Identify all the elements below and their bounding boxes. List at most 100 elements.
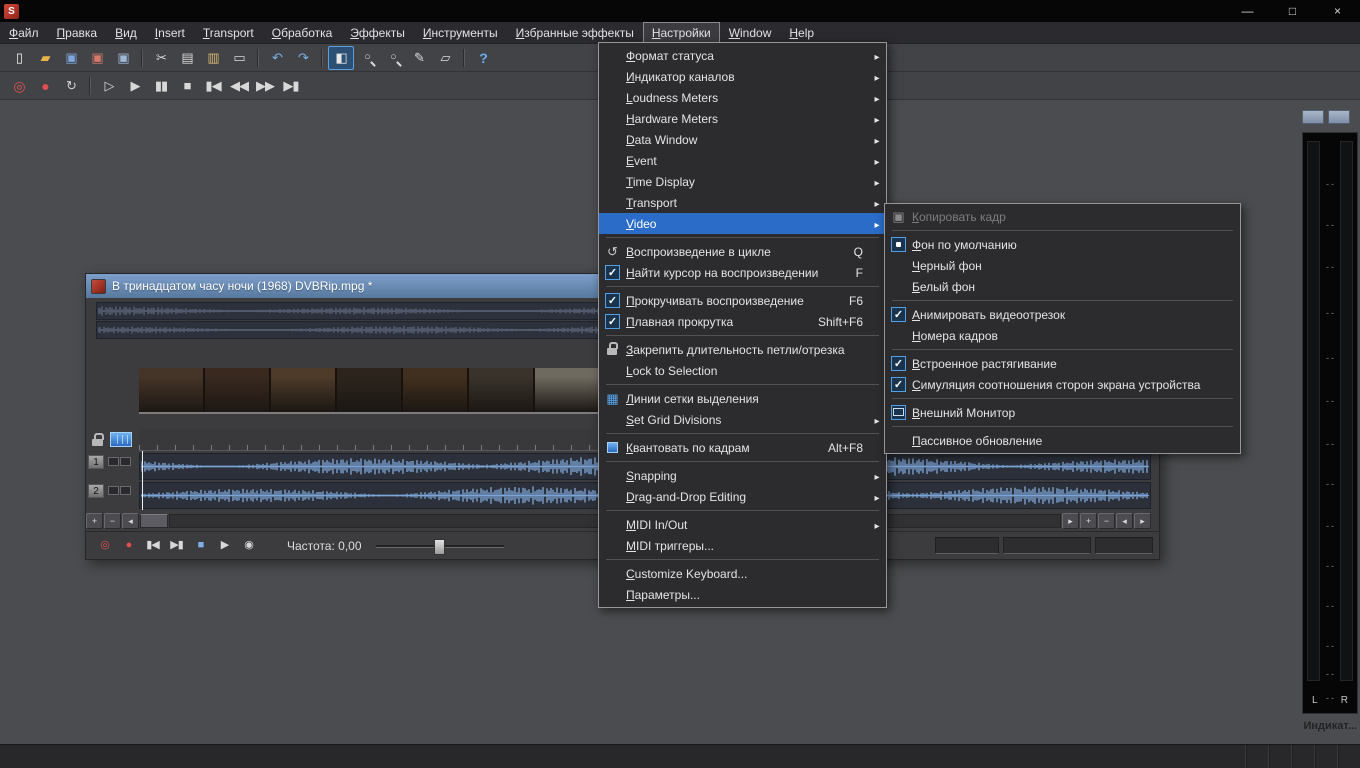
stop-button[interactable]: ■ xyxy=(190,535,211,556)
menu-item[interactable]: Data Window xyxy=(599,129,886,150)
forward-button[interactable]: ▶▶ xyxy=(252,74,278,98)
play-button[interactable]: ▶ xyxy=(122,74,148,98)
menu-item[interactable]: Номера кадров xyxy=(885,325,1240,346)
menu-item[interactable]: Lock to Selection xyxy=(599,360,886,381)
menu-item[interactable]: Snapping xyxy=(599,465,886,486)
menu-item[interactable]: Закрепить длительность петли/отрезка xyxy=(599,339,886,360)
menu-item[interactable]: Найти курсор на воспроизведении F xyxy=(599,262,886,283)
page-left-button[interactable]: ◂ xyxy=(1116,513,1133,529)
track-mute-icon[interactable] xyxy=(108,486,119,495)
page-right-button[interactable]: ▸ xyxy=(1134,513,1151,529)
pause-button[interactable]: ▮▮ xyxy=(148,74,174,98)
go-to-end-button[interactable]: ▶▮ xyxy=(166,535,187,556)
track-solo-icon[interactable] xyxy=(120,457,131,466)
record-options-button[interactable]: ◎ xyxy=(94,535,115,556)
menubar-item[interactable]: Обработка xyxy=(263,22,342,43)
menu-item[interactable]: Белый фон xyxy=(885,276,1240,297)
menu-item[interactable]: Черный фон xyxy=(885,255,1240,276)
menubar-item[interactable]: Вид xyxy=(106,22,146,43)
zoom-out-vertical-button[interactable]: − xyxy=(104,513,121,529)
menu-item[interactable]: Встроенное растягивание xyxy=(885,353,1240,374)
copy-button[interactable]: ▤ xyxy=(174,46,200,70)
trim-button[interactable]: ▭ xyxy=(226,46,252,70)
menu-item[interactable]: Воспроизведение в цикле Q xyxy=(599,241,886,262)
menu-item[interactable]: Time Display xyxy=(599,171,886,192)
menubar-item[interactable]: Инструменты xyxy=(414,22,507,43)
menu-item[interactable]: Set Grid Divisions xyxy=(599,409,886,430)
new-file-button[interactable]: ▯ xyxy=(6,46,32,70)
menu-item[interactable]: Формат статуса xyxy=(599,45,886,66)
menu-item[interactable]: Пассивное обновление xyxy=(885,430,1240,451)
go-to-start-button[interactable]: ▮◀ xyxy=(200,74,226,98)
menu-item[interactable]: Индикатор каналов xyxy=(599,66,886,87)
menu-item[interactable]: Hardware Meters xyxy=(599,108,886,129)
paste-button[interactable]: ▥ xyxy=(200,46,226,70)
minimize-button[interactable]: — xyxy=(1225,0,1270,22)
menubar-item[interactable]: Window xyxy=(720,22,781,43)
menubar-item[interactable]: Файл xyxy=(0,22,48,43)
rewind-button[interactable]: ◀◀ xyxy=(226,74,252,98)
menu-item[interactable]: Transport xyxy=(599,192,886,213)
rate-slider-thumb[interactable] xyxy=(434,539,445,555)
scroll-right-button[interactable]: ▸ xyxy=(1062,513,1079,529)
scrollbar-thumb[interactable] xyxy=(140,514,168,528)
zoom-in-vertical-button[interactable]: + xyxy=(86,513,103,529)
envelope-tool-button[interactable]: ▱ xyxy=(432,46,458,70)
record-button[interactable]: ● xyxy=(32,74,58,98)
edit-tool-button[interactable]: ◧ xyxy=(328,46,354,70)
draw-tool-button[interactable]: ✎ xyxy=(406,46,432,70)
menu-item[interactable]: Квантовать по кадрам Alt+F8 xyxy=(599,437,886,458)
stop-button[interactable]: ■ xyxy=(174,74,200,98)
menu-item[interactable]: Внешний Монитор xyxy=(885,402,1240,423)
menubar-item[interactable]: Transport xyxy=(194,22,263,43)
track-number[interactable]: 1 xyxy=(88,455,104,469)
menu-item[interactable]: Customize Keyboard... xyxy=(599,563,886,584)
play-button[interactable]: ▶ xyxy=(214,535,235,556)
zoom-in-time-button[interactable]: + xyxy=(1080,513,1097,529)
menubar-item[interactable]: Правка xyxy=(48,22,107,43)
menu-item[interactable]: Drag-and-Drop Editing xyxy=(599,486,886,507)
save-all-button[interactable]: ▣ xyxy=(110,46,136,70)
menu-item[interactable]: Loudness Meters xyxy=(599,87,886,108)
open-button[interactable]: ▰ xyxy=(32,46,58,70)
close-button[interactable]: × xyxy=(1315,0,1360,22)
menubar-item[interactable]: Эффекты xyxy=(341,22,414,43)
menu-item[interactable]: Плавная прокрутка Shift+F6 xyxy=(599,311,886,332)
maximize-button[interactable]: □ xyxy=(1270,0,1315,22)
undo-button[interactable]: ↶ xyxy=(264,46,290,70)
track-number[interactable]: 2 xyxy=(88,484,104,498)
magnify-button[interactable]: ○ xyxy=(380,46,406,70)
menu-item[interactable]: Video xyxy=(599,213,886,234)
record-button[interactable]: ● xyxy=(118,535,139,556)
menu-item[interactable]: MIDI In/Out xyxy=(599,514,886,535)
menu-item[interactable]: Event xyxy=(599,150,886,171)
zoom-tool-button[interactable]: ○ xyxy=(354,46,380,70)
zoom-out-time-button[interactable]: − xyxy=(1098,513,1115,529)
play-device-button[interactable]: ◉ xyxy=(238,535,259,556)
track-header[interactable]: 2 xyxy=(86,482,139,509)
menu-item[interactable]: Фон по умолчанию xyxy=(885,234,1240,255)
save-as-button[interactable]: ▣ xyxy=(84,46,110,70)
menu-item[interactable]: Параметры... xyxy=(599,584,886,605)
menubar-item[interactable]: Настройки xyxy=(643,22,720,43)
menubar-item[interactable]: Insert xyxy=(146,22,194,43)
track-mute-icon[interactable] xyxy=(108,457,119,466)
menu-item[interactable]: Анимировать видеоотрезок xyxy=(885,304,1240,325)
help-button[interactable]: ? xyxy=(470,46,496,70)
save-button[interactable]: ▣ xyxy=(58,46,84,70)
rate-slider[interactable] xyxy=(376,538,504,554)
cut-button[interactable]: ✂ xyxy=(148,46,174,70)
track-header[interactable]: 1 xyxy=(86,453,139,480)
menubar-item[interactable]: Help xyxy=(780,22,823,43)
menu-item[interactable]: Прокручивать воспроизведение F6 xyxy=(599,290,886,311)
menu-item[interactable]: MIDI триггеры... xyxy=(599,535,886,556)
lock-loop-icon[interactable] xyxy=(92,433,104,446)
snap-grid-icon[interactable] xyxy=(110,432,132,447)
menu-item[interactable]: Линии сетки выделения xyxy=(599,388,886,409)
redo-button[interactable]: ↷ xyxy=(290,46,316,70)
meter-channel-tab[interactable] xyxy=(1302,110,1324,124)
meter-channel-tab[interactable] xyxy=(1328,110,1350,124)
scroll-left-button[interactable]: ◂ xyxy=(122,513,139,529)
go-to-start-button[interactable]: ▮◀ xyxy=(142,535,163,556)
menu-item[interactable]: Симуляция соотношения сторон экрана устр… xyxy=(885,374,1240,395)
